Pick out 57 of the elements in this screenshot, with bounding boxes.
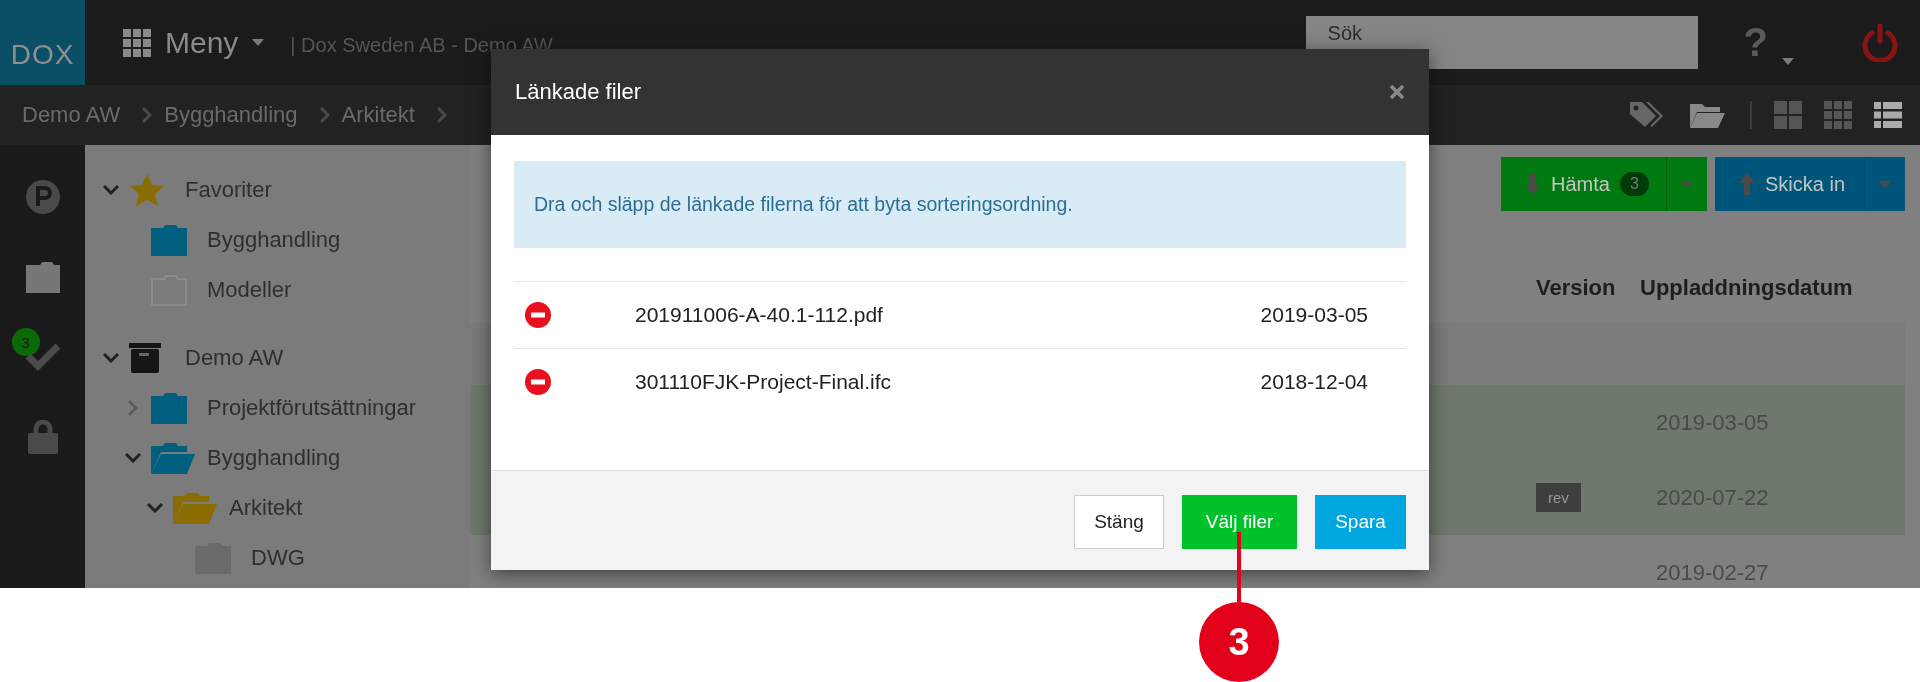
column-header[interactable]: Version [1498,275,1640,323]
arrow-down-icon [1525,173,1541,195]
remove-icon[interactable] [525,369,551,395]
folder-icon [151,392,187,424]
lock-icon[interactable] [27,420,58,454]
list-icon[interactable] [1874,102,1902,128]
column-header[interactable]: Uppladdningsdatum [1640,275,1905,323]
tree-item[interactable]: Bygghandling [207,227,341,253]
choose-files-button[interactable]: Välj filer [1182,495,1297,549]
chevron-down-icon[interactable] [103,353,119,363]
caret-icon [252,39,265,46]
breadcrumb-link[interactable]: Demo AW [22,102,121,128]
remove-icon[interactable] [525,302,551,328]
save-button[interactable]: Spara [1315,495,1406,549]
count-badge: 3 [11,328,40,356]
caret-icon [1782,58,1794,65]
file-date: 2018-12-04 [1260,370,1368,394]
archive-box-icon [129,343,161,373]
version-tag: rev [1536,483,1581,512]
tree-item[interactable]: Arkitekt [229,495,303,521]
tree-item[interactable]: DWG [251,545,305,571]
file-date: 2019-03-05 [1260,303,1368,327]
help-button[interactable]: ? [1743,20,1794,65]
star-icon [129,173,165,207]
small-grid-icon[interactable] [1824,101,1852,129]
caret-icon [1878,180,1892,188]
breadcrumb-link[interactable]: Arkitekt [341,102,415,128]
close-button[interactable]: Stäng [1074,495,1164,549]
breadcrumb-link[interactable]: Bygghandling [164,102,298,128]
parking-icon[interactable] [25,180,60,214]
count-badge: 3 [1619,172,1649,196]
chevron-right-icon [436,107,447,123]
grid-icon [123,28,151,57]
tree-item[interactable]: Favoriter [185,177,272,203]
tree-item[interactable]: Projektförutsättningar [207,395,417,421]
logo[interactable]: DOX [0,0,85,85]
info-message: Dra och släpp de länkade filerna för att byta sorteringsordning. [514,161,1406,248]
tags-icon[interactable] [1628,100,1666,130]
chevron-down-icon[interactable] [125,453,141,463]
arrow-up-icon [1739,173,1755,195]
caret-icon [1680,180,1694,188]
chevron-down-icon[interactable] [147,503,163,513]
folder-icon[interactable] [25,261,60,293]
menu-button[interactable]: Meny [123,25,265,60]
chevron-right-icon [142,107,153,123]
file-name: 301110FJK-Project-Final.ifc [635,370,892,394]
callout-number: 3 [1199,602,1279,682]
tree-item[interactable]: Modeller [207,277,292,303]
tree-item[interactable]: Demo AW [185,345,284,371]
large-grid-icon[interactable] [1774,101,1802,129]
tree-item[interactable]: Bygghandling [207,445,341,471]
file-name: 201911006-A-40.1-112.pdf [635,303,884,327]
chevron-right-icon [319,107,330,123]
dialog-title: Länkade filer [515,79,641,105]
folder-icon [151,224,187,256]
close-icon[interactable] [1389,84,1405,100]
chevron-down-icon[interactable] [103,185,119,195]
